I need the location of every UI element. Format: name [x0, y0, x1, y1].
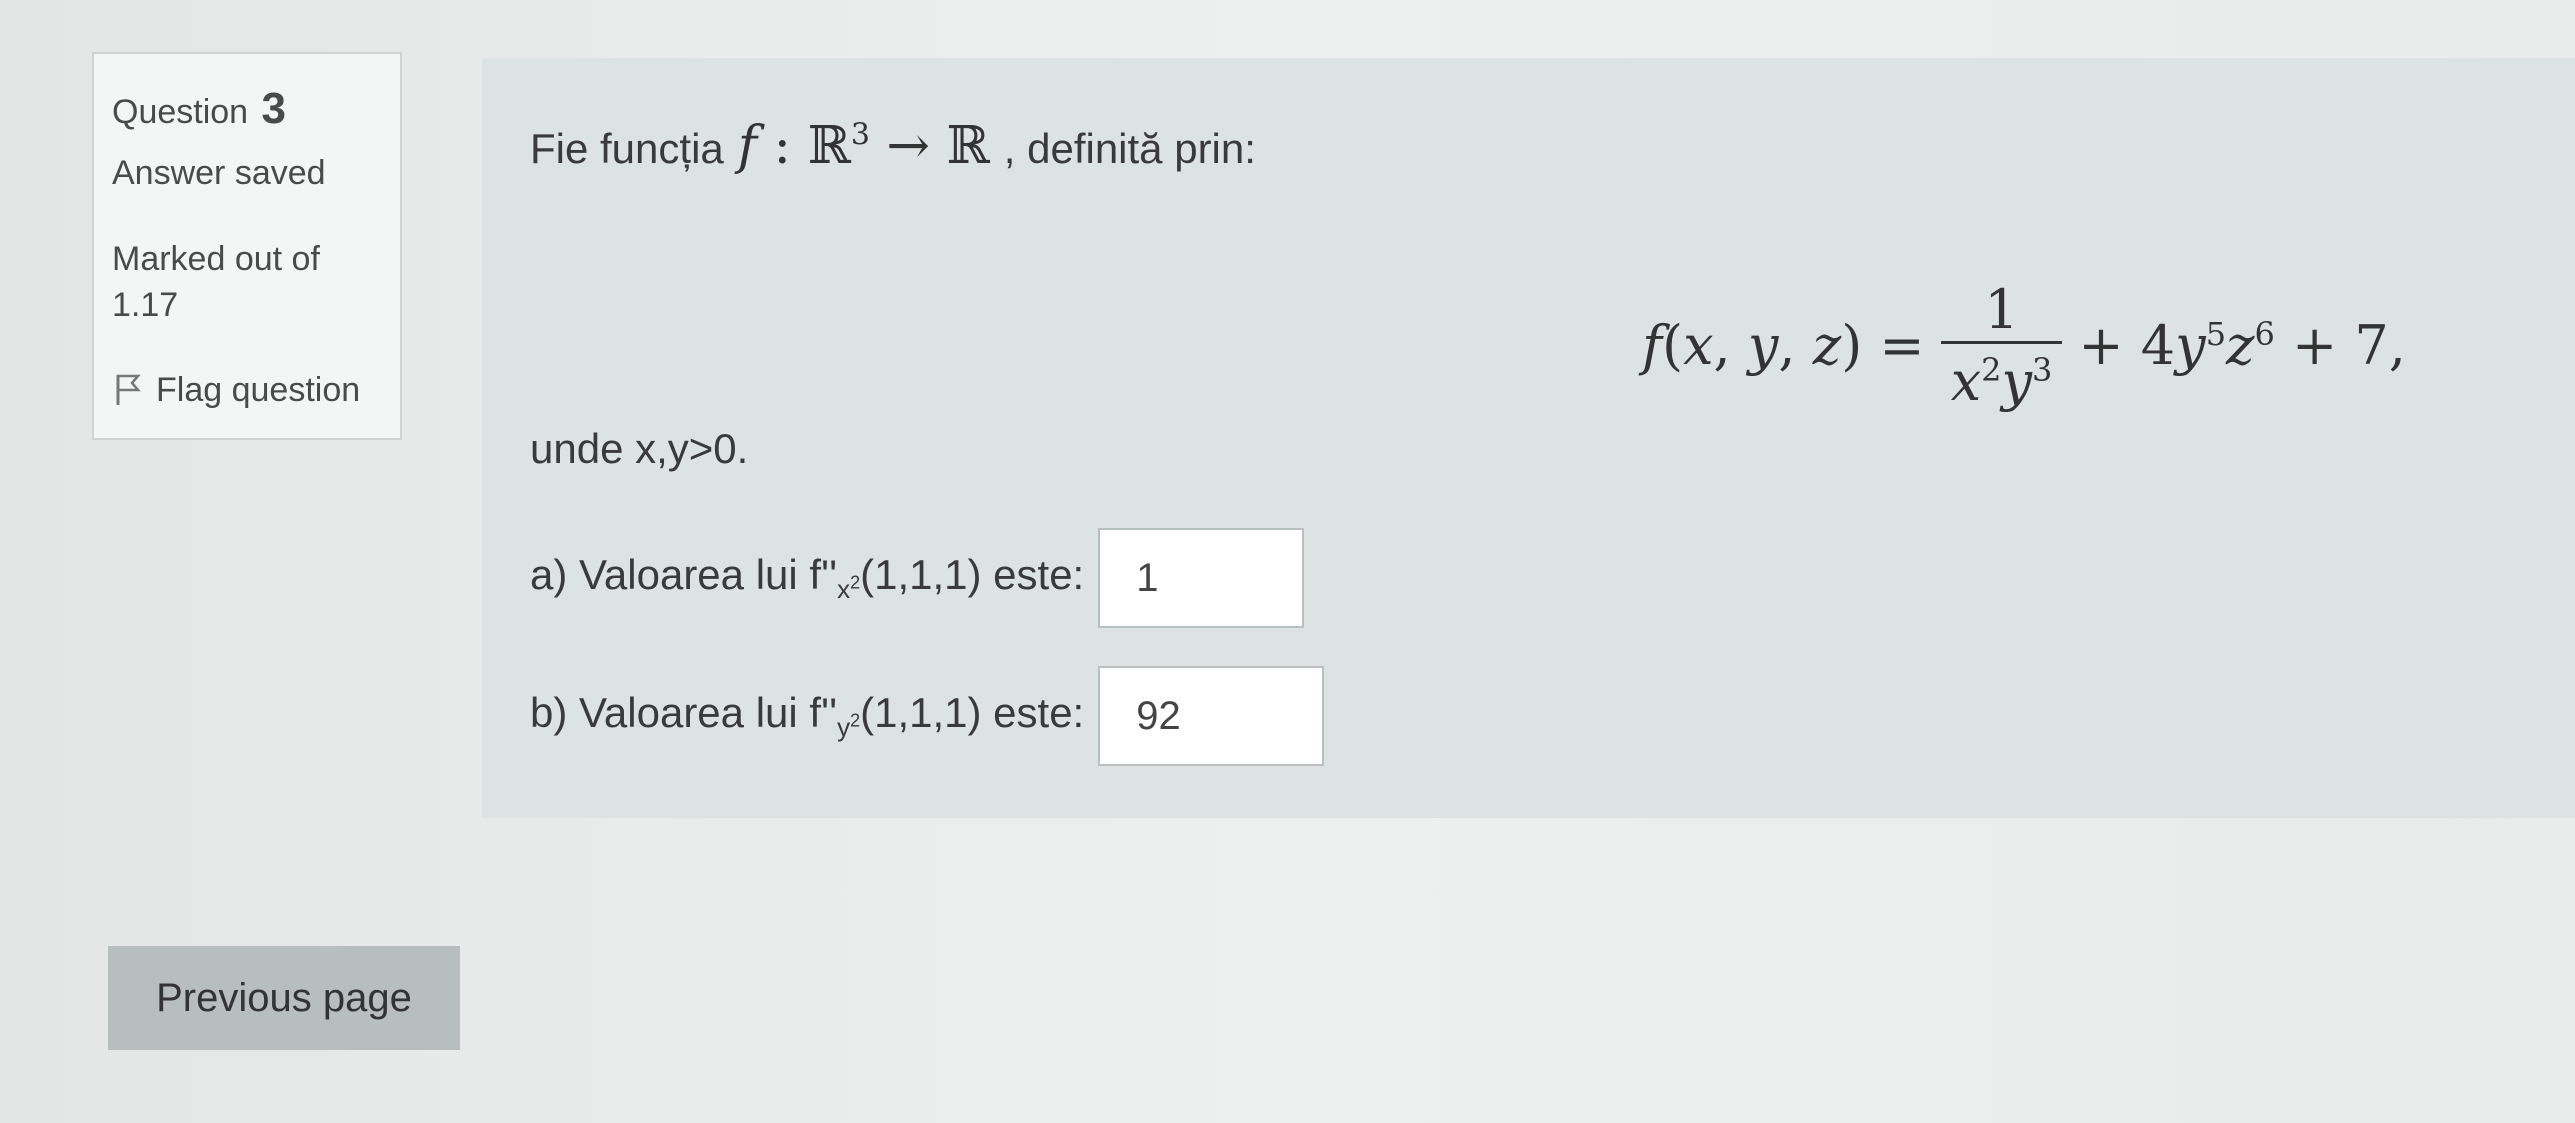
answer-state: Answer saved — [112, 154, 326, 192]
function-signature: f : ℝ3 → ℝ — [737, 116, 990, 176]
flag-question-link[interactable]: Flag question — [112, 371, 382, 410]
question-content: Fie funcția f : ℝ3 → ℝ , definită prin: … — [482, 58, 2575, 818]
question-number-value: 3 — [261, 84, 287, 133]
intro-text-after: , definită prin: — [1003, 125, 1256, 172]
question-intro: Fie funcția f : ℝ3 → ℝ , definită prin: — [530, 116, 1256, 176]
part-a-label: a) Valoarea lui f''x2(1,1,1) este: — [530, 550, 1085, 605]
part-b-label: b) Valoarea lui f''y2(1,1,1) este: — [530, 688, 1085, 743]
previous-page-button[interactable]: Previous page — [108, 946, 460, 1050]
domain-condition: unde x,y>0. — [530, 425, 749, 472]
part-a-answer-input[interactable] — [1098, 528, 1305, 628]
quiz-page: Question 3 Answer saved Marked out of 1.… — [0, 0, 2575, 1123]
formula-fraction: 1 x2y3 — [1940, 278, 2063, 413]
part-b-row: b) Valoarea lui f''y2(1,1,1) este: — [530, 666, 1325, 766]
intro-text: Fie funcția — [530, 125, 724, 172]
flag-icon — [116, 375, 141, 406]
flag-question-label: Flag question — [156, 370, 361, 409]
function-formula: f(x, y, z) = 1 x2y3 + 4y5z6 + 7, — [1642, 278, 2406, 413]
grade-info: Marked out of 1.17 — [112, 237, 382, 329]
grade-value: 1.17 — [112, 285, 179, 324]
part-a-row: a) Valoarea lui f''x2(1,1,1) este: — [530, 528, 1305, 628]
grade-label: Marked out of — [112, 240, 320, 278]
question-number: Question 3 — [112, 84, 382, 134]
question-label: Question — [112, 93, 249, 131]
part-b-answer-input[interactable] — [1098, 666, 1325, 766]
question-info-panel: Question 3 Answer saved Marked out of 1.… — [92, 52, 402, 440]
